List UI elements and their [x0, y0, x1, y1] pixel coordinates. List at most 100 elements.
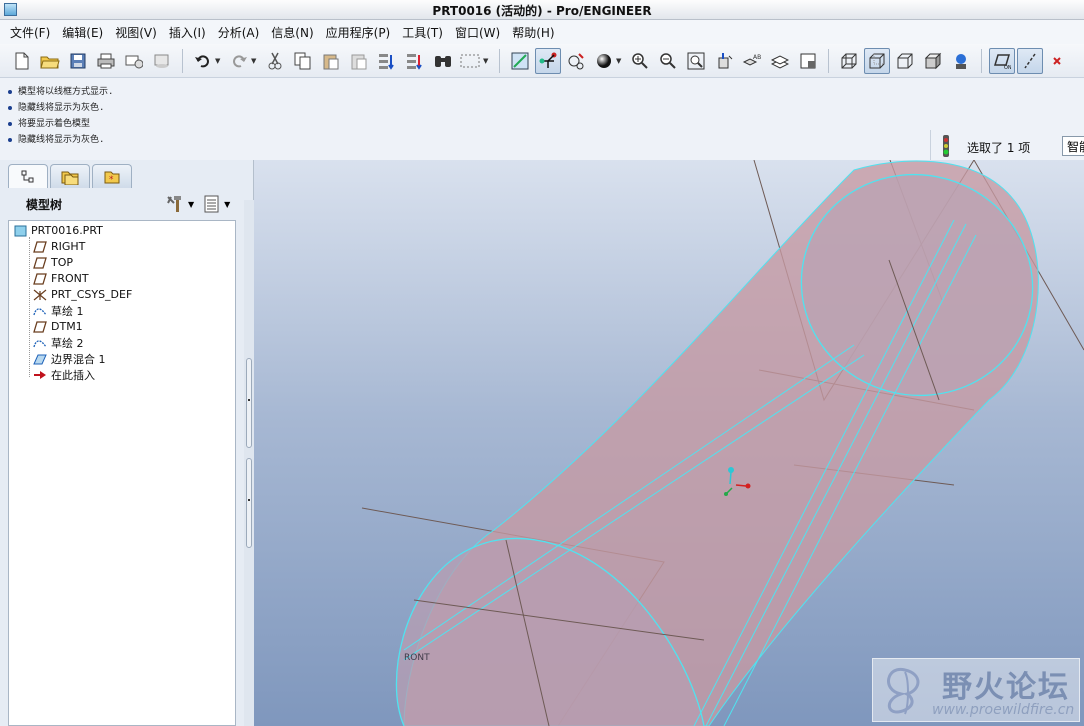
svg-text:ON: ON	[1004, 65, 1011, 70]
tree-settings-dropdown-icon[interactable]: ▼	[188, 200, 194, 209]
new-file-icon[interactable]	[9, 48, 35, 74]
folder-browser-tab[interactable]	[50, 164, 90, 188]
selection-filter-dropdown[interactable]: 智能	[1062, 136, 1084, 156]
orient-mode-icon[interactable]	[563, 48, 589, 74]
menu-applications[interactable]: 应用程序(P)	[320, 24, 397, 41]
toolbar-separator	[499, 48, 500, 73]
saved-views-icon[interactable]: AB	[739, 48, 765, 74]
save-icon[interactable]	[65, 48, 91, 74]
selection-dropdown-icon[interactable]: ▼	[483, 57, 491, 65]
copy-icon[interactable]	[290, 48, 316, 74]
zoom-out-icon[interactable]	[655, 48, 681, 74]
selection-count: 选取了 1 项	[967, 141, 1031, 155]
menu-window[interactable]: 窗口(W)	[449, 24, 506, 41]
tree-item[interactable]: DTM1	[33, 319, 83, 334]
find-icon[interactable]	[430, 48, 456, 74]
insert-here-arrow-icon	[33, 369, 47, 381]
appearance-dropdown-icon[interactable]: ▼	[616, 57, 624, 65]
hidden-line-icon[interactable]	[864, 47, 890, 74]
no-hidden-icon[interactable]	[892, 48, 918, 74]
view-manager-icon[interactable]	[795, 48, 821, 74]
menu-view[interactable]: 视图(V)	[109, 24, 163, 41]
appearance-sphere-icon[interactable]	[591, 48, 617, 74]
message-line: 隐藏线将显示为灰色.	[8, 100, 104, 113]
toolbar-separator	[828, 48, 829, 73]
model-tree-title: 模型树	[26, 198, 63, 212]
model-viewport[interactable]: RONT	[254, 160, 1084, 726]
menu-edit[interactable]: 编辑(E)	[56, 24, 109, 41]
watermark-name: 野火论坛	[942, 670, 1070, 705]
zoom-in-icon[interactable]	[627, 48, 653, 74]
menu-file[interactable]: 文件(F)	[4, 24, 56, 41]
datum-tag-label: RONT	[404, 653, 430, 663]
layers-icon[interactable]	[767, 48, 793, 74]
redo-icon[interactable]	[226, 48, 252, 74]
tree-connector-line	[29, 237, 30, 377]
toolbar-separator	[981, 48, 982, 73]
tree-show-icon[interactable]	[202, 194, 222, 214]
favorites-tab[interactable]: *	[92, 164, 132, 188]
undo-icon[interactable]	[190, 48, 216, 74]
message-line: 隐藏线将显示为灰色.	[8, 132, 104, 145]
cut-icon[interactable]	[262, 48, 288, 74]
undo-dropdown-icon[interactable]: ▼	[215, 57, 223, 65]
close-window-icon[interactable]	[149, 48, 175, 74]
tree-item[interactable]: FRONT	[33, 271, 89, 286]
refit-icon[interactable]	[683, 48, 709, 74]
graphics-window[interactable]: RONT	[254, 160, 1084, 726]
paste-special-icon[interactable]	[346, 48, 372, 74]
print-icon[interactable]	[93, 48, 119, 74]
tree-root-node[interactable]: PRT0016.PRT	[13, 223, 103, 238]
menu-insert[interactable]: 插入(I)	[163, 24, 212, 41]
regenerate-icon[interactable]	[374, 48, 400, 74]
message-area: 模型将以线框方式显示. 隐藏线将显示为灰色. 将要显示着色模型 隐藏线将显示为灰…	[0, 78, 1084, 160]
tree-item[interactable]: TOP	[33, 255, 73, 270]
message-line: 将要显示着色模型	[8, 116, 90, 129]
toolbar-separator	[182, 48, 183, 73]
regeneration-manager-icon[interactable]	[402, 48, 428, 74]
menu-info[interactable]: 信息(N)	[265, 24, 319, 41]
menu-help[interactable]: 帮助(H)	[506, 24, 560, 41]
selection-box-icon[interactable]	[458, 48, 484, 74]
send-mail-icon[interactable]	[121, 48, 147, 74]
model-tree: PRT0016.PRT RIGHT TOP FRONT PRT_CSYS_DEF…	[8, 220, 236, 726]
spin-center-icon[interactable]	[535, 47, 561, 74]
datum-axis-display-icon[interactable]	[1017, 47, 1043, 74]
menu-tools[interactable]: 工具(T)	[396, 24, 449, 41]
tree-item[interactable]: 草绘 1	[33, 303, 84, 318]
tree-show-dropdown-icon[interactable]: ▼	[224, 200, 230, 209]
redo-dropdown-icon[interactable]: ▼	[251, 57, 259, 65]
tree-item[interactable]: PRT_CSYS_DEF	[33, 287, 132, 302]
menu-analysis[interactable]: 分析(A)	[212, 24, 266, 41]
model-tree-tab-icon	[21, 170, 34, 182]
sketch-icon	[33, 337, 47, 349]
datum-plane-display-icon[interactable]: ON	[989, 47, 1015, 74]
splitter-grip[interactable]	[246, 358, 252, 448]
grip-dot-icon	[248, 399, 250, 401]
reorient-icon[interactable]	[711, 48, 737, 74]
svg-text:*: *	[109, 175, 114, 185]
enhanced-realism-icon[interactable]	[948, 48, 974, 74]
model-tree-tab[interactable]	[8, 164, 48, 188]
bullet-icon	[8, 89, 12, 94]
open-folder-icon[interactable]	[37, 48, 63, 74]
shading-icon[interactable]	[920, 48, 946, 74]
paste-icon[interactable]	[318, 48, 344, 74]
tree-item[interactable]: RIGHT	[33, 239, 85, 254]
sketch-icon	[33, 305, 47, 317]
datum-plane-icon	[33, 256, 47, 269]
traffic-light-icon	[940, 134, 952, 161]
datum-point-display-icon[interactable]	[1045, 48, 1071, 74]
repaint-icon[interactable]	[507, 48, 533, 74]
panel-splitter[interactable]	[244, 200, 254, 726]
tree-item[interactable]: 在此插入	[33, 367, 95, 382]
coordinate-system-icon	[33, 289, 47, 301]
tree-item[interactable]: 边界混合 1	[33, 351, 106, 366]
tree-settings-icon[interactable]	[164, 193, 186, 215]
watermark-url: www.proewildfire.cn	[932, 702, 1075, 718]
model-tree-tools: ▼ ▼	[164, 193, 230, 215]
splitter-grip[interactable]	[246, 458, 252, 548]
wireframe-icon[interactable]	[836, 48, 862, 74]
datum-plane-icon	[33, 320, 47, 333]
tree-item[interactable]: 草绘 2	[33, 335, 84, 350]
